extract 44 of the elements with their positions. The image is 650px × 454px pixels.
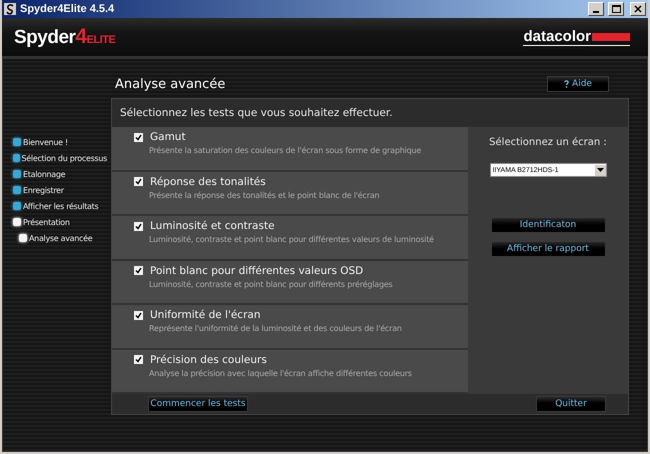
close-button[interactable] [630, 2, 646, 16]
window-title: Spyder4Elite 4.5.4 [20, 3, 116, 15]
test-description: Présente la réponse des tonalités et le point blanc de l'écran [148, 190, 380, 200]
dropdown-arrow-icon [596, 168, 604, 172]
test-title: Luminosité et contraste [150, 220, 275, 232]
test-title: Gamut [150, 131, 186, 143]
maximize-icon [612, 5, 620, 13]
checkbox[interactable] [134, 177, 143, 186]
page-title: Analyse avancée [114, 77, 226, 92]
start-button[interactable]: Commencer les tests [148, 396, 248, 412]
test-title: Précision des couleurs [150, 354, 267, 366]
step-label: Afficher les résultats [23, 202, 98, 210]
step-label: Analyse avancée [29, 234, 92, 242]
app-logo: Spyder4ELITE [14, 25, 116, 49]
maximize-button[interactable] [608, 2, 624, 16]
test-description: Présente la saturation des couleurs de l'écran sous forme de graphique [148, 146, 422, 155]
close-icon [634, 5, 642, 13]
step-label: Bienvenue ! [23, 138, 68, 146]
minimize-button[interactable] [588, 2, 604, 16]
brand-logo: datacolor [523, 28, 630, 46]
checkbox[interactable] [134, 355, 143, 364]
test-title: Point blanc pour différentes valeurs OSD [150, 264, 364, 276]
instruction-text: Sélectionnez les tests que vous souhaitez effectuer. [120, 107, 393, 119]
quit-button[interactable]: Quitter [536, 396, 606, 412]
help-button[interactable]: Aide [547, 76, 609, 92]
app-icon [4, 3, 16, 15]
display-label: Sélectionnez un écran : [489, 137, 607, 148]
checkbox[interactable] [134, 222, 143, 230]
checkbox[interactable] [134, 310, 143, 320]
test-title: Uniformité de l'écran [150, 309, 260, 321]
panel-button[interactable]: Afficher le rapport [490, 241, 606, 257]
test-description: Analyse la précision avec laquelle l'écran affiche différentes couleurs [148, 368, 413, 378]
step-label: Présentation [23, 218, 70, 226]
step-label: Sélection du processus [22, 154, 107, 162]
panel-button[interactable]: Identificaton [490, 217, 606, 233]
test-description: Représente l'uniformité de la luminosité et des couleurs de l'écran [148, 324, 403, 333]
checkbox[interactable] [134, 266, 143, 275]
test-title: Réponse des tonalités [150, 176, 266, 188]
help-icon [564, 80, 570, 88]
test-description: Luminosité, contraste et point blanc pour différents préréglages [148, 280, 394, 288]
checkbox[interactable] [134, 132, 143, 142]
step-label: Enregistrer [23, 186, 64, 194]
step-label: Etalonnage [23, 170, 66, 178]
test-description: Luminosité, contraste et point blanc pour différentes valeurs de luminosité [148, 235, 435, 244]
